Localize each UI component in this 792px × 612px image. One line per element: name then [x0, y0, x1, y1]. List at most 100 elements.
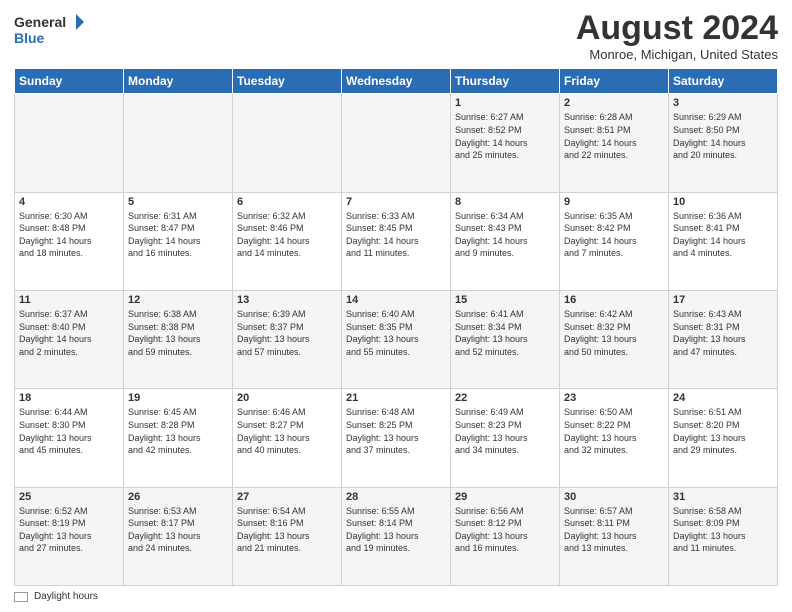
- cell-0-2: [233, 94, 342, 192]
- cell-0-4: 1Sunrise: 6:27 AM Sunset: 8:52 PM Daylig…: [451, 94, 560, 192]
- title-block: August 2024 Monroe, Michigan, United Sta…: [576, 10, 778, 62]
- day-number: 15: [455, 294, 555, 306]
- day-detail: Sunrise: 6:46 AM Sunset: 8:27 PM Dayligh…: [237, 406, 337, 456]
- day-detail: Sunrise: 6:43 AM Sunset: 8:31 PM Dayligh…: [673, 308, 773, 358]
- day-number: 8: [455, 196, 555, 208]
- cell-1-1: 5Sunrise: 6:31 AM Sunset: 8:47 PM Daylig…: [124, 192, 233, 290]
- day-number: 21: [346, 392, 446, 404]
- cell-1-2: 6 Sunrise: 6:32 AM Sunset: 8:46 PM Daylig…: [233, 192, 342, 290]
- cell-0-1: [124, 94, 233, 192]
- cell-4-0: 25 Sunrise: 6:52 AM Sunset: 8:19 PM Dayli…: [15, 487, 124, 585]
- day-detail: Sunrise: 6:36 AM Sunset: 8:41 PM Dayligh…: [673, 210, 773, 260]
- day-number: 26: [128, 491, 228, 503]
- day-number: 23: [564, 392, 664, 404]
- day-number: 31: [673, 491, 773, 503]
- daylight-box: [14, 592, 28, 602]
- cell-1-3: 7 Sunrise: 6:33 AM Sunset: 8:45 PM Daylig…: [342, 192, 451, 290]
- day-detail: Sunrise: 6:42 AM Sunset: 8:32 PM Dayligh…: [564, 308, 664, 358]
- day-number: 22: [455, 392, 555, 404]
- day-detail: Sunrise: 6:45 AM Sunset: 8:28 PM Dayligh…: [128, 406, 228, 456]
- page-container: General Blue August 2024 Monroe, Michiga…: [0, 0, 792, 612]
- cell-2-2: 13Sunrise: 6:39 AM Sunset: 8:37 PM Dayli…: [233, 291, 342, 389]
- col-thursday: Thursday: [451, 69, 560, 94]
- day-number: 9: [564, 196, 664, 208]
- calendar-table: Sunday Monday Tuesday Wednesday Thursday…: [14, 68, 778, 586]
- cell-2-3: 14Sunrise: 6:40 AM Sunset: 8:35 PM Dayli…: [342, 291, 451, 389]
- day-number: 7: [346, 196, 446, 208]
- day-number: 2: [564, 97, 664, 109]
- day-detail: Sunrise: 6:34 AM Sunset: 8:43 PM Dayligh…: [455, 210, 555, 260]
- cell-2-1: 12Sunrise: 6:38 AM Sunset: 8:38 PM Dayli…: [124, 291, 233, 389]
- week-row-4: 25 Sunrise: 6:52 AM Sunset: 8:19 PM Dayli…: [15, 487, 778, 585]
- day-detail: Sunrise: 6:32 AM Sunset: 8:46 PM Dayligh…: [237, 210, 337, 260]
- day-detail: Sunrise: 6:37 AM Sunset: 8:40 PM Dayligh…: [19, 308, 119, 358]
- cell-2-5: 16Sunrise: 6:42 AM Sunset: 8:32 PM Dayli…: [560, 291, 669, 389]
- cell-0-5: 2 Sunrise: 6:28 AM Sunset: 8:51 PM Daylig…: [560, 94, 669, 192]
- cell-0-0: [15, 94, 124, 192]
- calendar-header-row: Sunday Monday Tuesday Wednesday Thursday…: [15, 69, 778, 94]
- week-row-0: 1Sunrise: 6:27 AM Sunset: 8:52 PM Daylig…: [15, 94, 778, 192]
- week-row-2: 11 Sunrise: 6:37 AM Sunset: 8:40 PM Dayli…: [15, 291, 778, 389]
- svg-text:Blue: Blue: [14, 30, 45, 46]
- header: General Blue August 2024 Monroe, Michiga…: [14, 10, 778, 62]
- day-detail: Sunrise: 6:29 AM Sunset: 8:50 PM Dayligh…: [673, 111, 773, 161]
- day-detail: Sunrise: 6:40 AM Sunset: 8:35 PM Dayligh…: [346, 308, 446, 358]
- cell-3-6: 24Sunrise: 6:51 AM Sunset: 8:20 PM Dayli…: [669, 389, 778, 487]
- logo-svg: General Blue: [14, 10, 84, 50]
- day-detail: Sunrise: 6:41 AM Sunset: 8:34 PM Dayligh…: [455, 308, 555, 358]
- day-detail: Sunrise: 6:30 AM Sunset: 8:48 PM Dayligh…: [19, 210, 119, 260]
- day-number: 20: [237, 392, 337, 404]
- cell-1-4: 8 Sunrise: 6:34 AM Sunset: 8:43 PM Daylig…: [451, 192, 560, 290]
- day-detail: Sunrise: 6:52 AM Sunset: 8:19 PM Dayligh…: [19, 505, 119, 555]
- day-number: 13: [237, 294, 337, 306]
- day-number: 3: [673, 97, 773, 109]
- day-detail: Sunrise: 6:49 AM Sunset: 8:23 PM Dayligh…: [455, 406, 555, 456]
- daylight-label: Daylight hours: [34, 591, 98, 602]
- day-number: 27: [237, 491, 337, 503]
- footer: Daylight hours: [14, 591, 778, 602]
- day-number: 28: [346, 491, 446, 503]
- cell-4-4: 29 Sunrise: 6:56 AM Sunset: 8:12 PM Dayli…: [451, 487, 560, 585]
- logo: General Blue: [14, 10, 84, 50]
- day-detail: Sunrise: 6:33 AM Sunset: 8:45 PM Dayligh…: [346, 210, 446, 260]
- day-number: 5: [128, 196, 228, 208]
- day-detail: Sunrise: 6:56 AM Sunset: 8:12 PM Dayligh…: [455, 505, 555, 555]
- day-detail: Sunrise: 6:38 AM Sunset: 8:38 PM Dayligh…: [128, 308, 228, 358]
- day-detail: Sunrise: 6:50 AM Sunset: 8:22 PM Dayligh…: [564, 406, 664, 456]
- day-detail: Sunrise: 6:28 AM Sunset: 8:51 PM Dayligh…: [564, 111, 664, 161]
- day-number: 24: [673, 392, 773, 404]
- day-number: 4: [19, 196, 119, 208]
- day-number: 6: [237, 196, 337, 208]
- col-wednesday: Wednesday: [342, 69, 451, 94]
- day-detail: Sunrise: 6:44 AM Sunset: 8:30 PM Dayligh…: [19, 406, 119, 456]
- day-number: 25: [19, 491, 119, 503]
- cell-2-0: 11 Sunrise: 6:37 AM Sunset: 8:40 PM Dayli…: [15, 291, 124, 389]
- cell-3-0: 18 Sunrise: 6:44 AM Sunset: 8:30 PM Dayli…: [15, 389, 124, 487]
- day-detail: Sunrise: 6:27 AM Sunset: 8:52 PM Dayligh…: [455, 111, 555, 161]
- cell-4-3: 28 Sunrise: 6:55 AM Sunset: 8:14 PM Dayli…: [342, 487, 451, 585]
- day-number: 11: [19, 294, 119, 306]
- day-number: 18: [19, 392, 119, 404]
- day-number: 10: [673, 196, 773, 208]
- day-detail: Sunrise: 6:55 AM Sunset: 8:14 PM Dayligh…: [346, 505, 446, 555]
- day-detail: Sunrise: 6:54 AM Sunset: 8:16 PM Dayligh…: [237, 505, 337, 555]
- cell-2-4: 15 Sunrise: 6:41 AM Sunset: 8:34 PM Dayli…: [451, 291, 560, 389]
- day-detail: Sunrise: 6:53 AM Sunset: 8:17 PM Dayligh…: [128, 505, 228, 555]
- cell-1-6: 10 Sunrise: 6:36 AM Sunset: 8:41 PM Dayli…: [669, 192, 778, 290]
- cell-4-6: 31Sunrise: 6:58 AM Sunset: 8:09 PM Dayli…: [669, 487, 778, 585]
- col-tuesday: Tuesday: [233, 69, 342, 94]
- day-number: 19: [128, 392, 228, 404]
- day-number: 29: [455, 491, 555, 503]
- week-row-3: 18 Sunrise: 6:44 AM Sunset: 8:30 PM Dayli…: [15, 389, 778, 487]
- col-saturday: Saturday: [669, 69, 778, 94]
- day-detail: Sunrise: 6:57 AM Sunset: 8:11 PM Dayligh…: [564, 505, 664, 555]
- cell-0-3: [342, 94, 451, 192]
- cell-3-2: 20 Sunrise: 6:46 AM Sunset: 8:27 PM Dayli…: [233, 389, 342, 487]
- location: Monroe, Michigan, United States: [576, 47, 778, 62]
- day-number: 30: [564, 491, 664, 503]
- cell-3-3: 21Sunrise: 6:48 AM Sunset: 8:25 PM Dayli…: [342, 389, 451, 487]
- col-monday: Monday: [124, 69, 233, 94]
- cell-3-4: 22 Sunrise: 6:49 AM Sunset: 8:23 PM Dayli…: [451, 389, 560, 487]
- day-number: 17: [673, 294, 773, 306]
- cell-4-2: 27 Sunrise: 6:54 AM Sunset: 8:16 PM Dayli…: [233, 487, 342, 585]
